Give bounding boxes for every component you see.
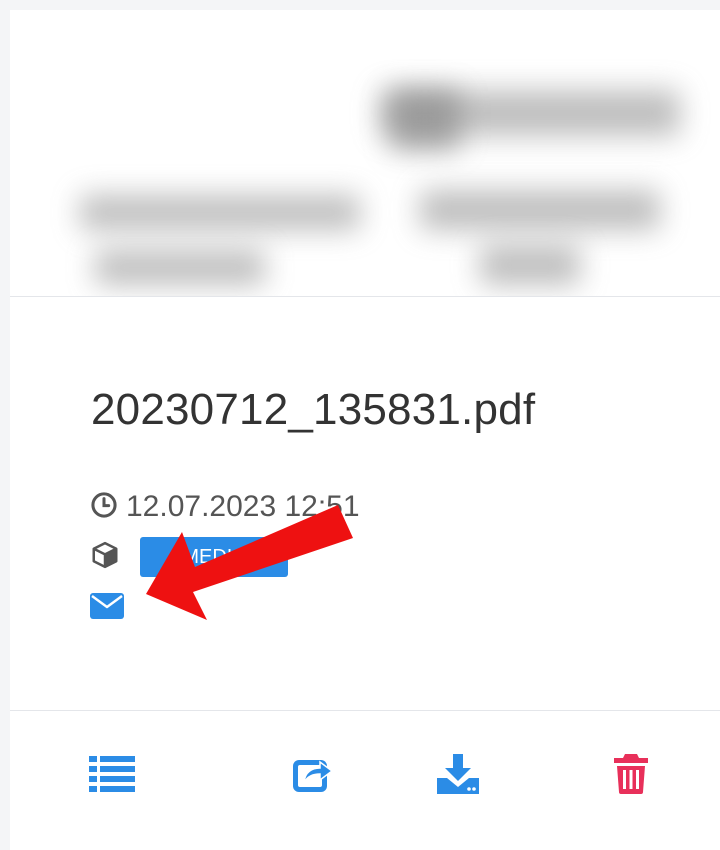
- list-button[interactable]: [88, 750, 136, 798]
- list-icon: [89, 756, 135, 792]
- document-card: 20230712_135831.pdf 12.07.2023 12:51 MED…: [10, 10, 720, 850]
- envelope-icon[interactable]: [90, 593, 124, 624]
- email-row: [90, 593, 124, 624]
- cube-icon: [90, 540, 120, 575]
- media-badge: MEDIA: [140, 537, 288, 577]
- download-button[interactable]: [434, 750, 482, 798]
- file-date: 12.07.2023 12:51: [126, 490, 360, 523]
- clock-icon: [90, 491, 118, 524]
- share-button[interactable]: [290, 750, 338, 798]
- document-preview[interactable]: [10, 10, 720, 296]
- preview-divider: [10, 296, 720, 297]
- delete-button[interactable]: [607, 750, 655, 798]
- share-icon: [293, 760, 334, 792]
- download-icon: [437, 754, 479, 794]
- date-row: 12.07.2023 12:51: [90, 490, 360, 524]
- badge-row: MEDIA: [90, 537, 288, 577]
- trash-icon: [614, 754, 648, 794]
- footer-divider: [10, 710, 720, 711]
- file-name: 20230712_135831.pdf: [91, 385, 536, 434]
